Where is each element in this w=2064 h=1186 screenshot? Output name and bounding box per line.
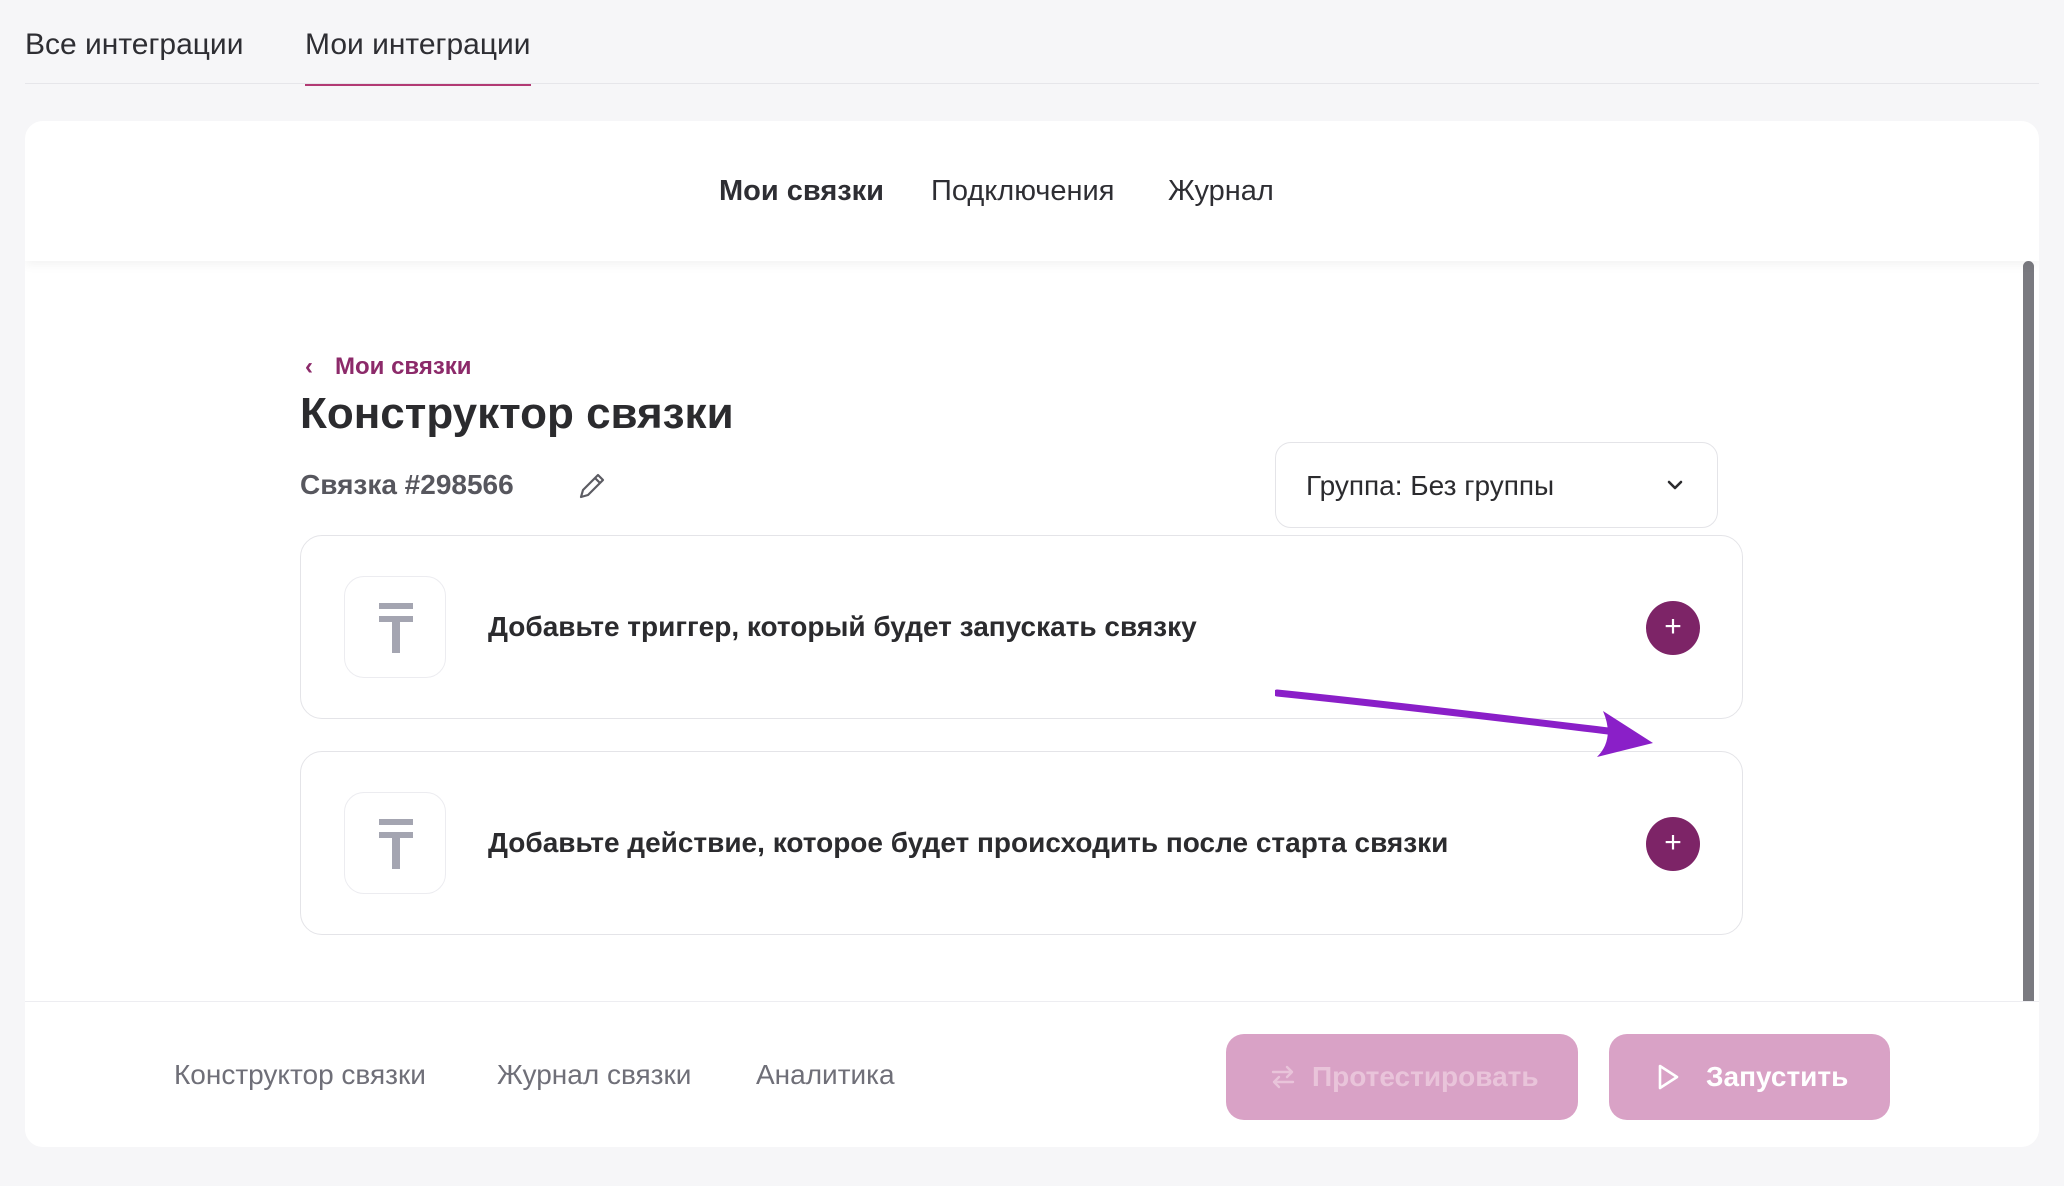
nav-link-link-journal[interactable]: Журнал связки bbox=[497, 1059, 691, 1091]
group-select-value: Группа: Без группы bbox=[1306, 470, 1555, 501]
test-button-label: Протестировать bbox=[1312, 1061, 1539, 1092]
page-title: Конструктор связки bbox=[300, 389, 734, 438]
link-id: Связка #298566 bbox=[300, 469, 514, 500]
trigger-step-text: Добавьте триггер, который будет запускат… bbox=[488, 611, 1197, 642]
tab-my-integrations[interactable]: Мои интеграции bbox=[305, 28, 531, 86]
tab-all-integrations[interactable]: Все интеграции bbox=[25, 28, 243, 84]
action-step-text: Добавьте действие, которое будет происхо… bbox=[488, 827, 1449, 858]
tab-my-links[interactable]: Мои связки bbox=[719, 175, 884, 208]
pencil-icon[interactable] bbox=[575, 469, 609, 503]
swap-icon bbox=[1270, 1063, 1296, 1098]
play-icon bbox=[1655, 1063, 1681, 1098]
chevron-down-icon bbox=[1663, 473, 1687, 497]
chevron-left-icon: ‹ bbox=[305, 353, 313, 380]
plus-icon: + bbox=[1664, 610, 1682, 643]
nav-link-analytics[interactable]: Аналитика bbox=[756, 1059, 895, 1091]
annotation-arrow-icon bbox=[1275, 689, 1653, 757]
integration-card: Мои связки Подключения Журнал ‹ Мои связк… bbox=[25, 121, 2039, 1147]
plus-icon: + bbox=[1664, 826, 1682, 859]
nav-link-constructor[interactable]: Конструктор связки bbox=[174, 1059, 426, 1091]
tab-journal[interactable]: Журнал bbox=[1168, 175, 1274, 208]
group-select[interactable]: Группа: Без группы bbox=[1275, 442, 1718, 528]
bottom-bar: Конструктор связки Журнал связки Аналити… bbox=[25, 1001, 2039, 1147]
add-action-button[interactable]: + bbox=[1646, 817, 1700, 871]
run-button-label: Запустить bbox=[1706, 1061, 1849, 1092]
add-trigger-button[interactable]: + bbox=[1646, 601, 1700, 655]
top-tabs: Все интеграции Мои интеграции bbox=[25, 0, 2039, 86]
breadcrumb-label: Мои связки bbox=[335, 353, 472, 380]
trigger-icon bbox=[344, 576, 446, 678]
tab-connections[interactable]: Подключения bbox=[931, 175, 1114, 208]
action-icon bbox=[344, 792, 446, 894]
test-button[interactable]: Протестировать bbox=[1226, 1034, 1578, 1120]
card-header: Мои связки Подключения Журнал bbox=[25, 121, 2039, 261]
breadcrumb-back-link[interactable]: ‹ Мои связки bbox=[305, 353, 472, 381]
run-button[interactable]: Запустить bbox=[1609, 1034, 1890, 1120]
scrollbar[interactable] bbox=[2023, 261, 2034, 1101]
